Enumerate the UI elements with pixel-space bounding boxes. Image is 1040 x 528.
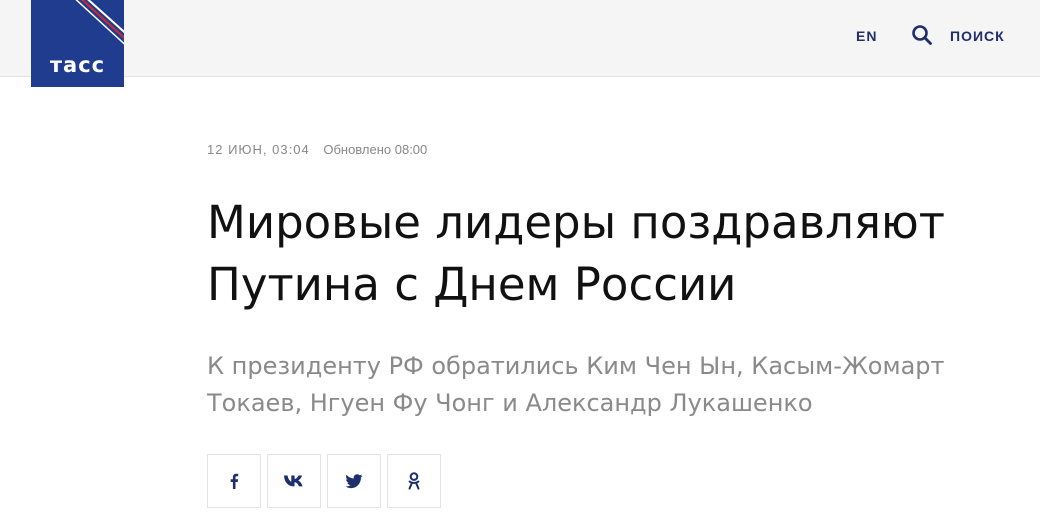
- logo-text: тасс: [49, 53, 106, 77]
- search-button[interactable]: ПОИСК: [950, 28, 1005, 44]
- twitter-icon: [345, 473, 363, 488]
- language-switch-en[interactable]: EN: [856, 28, 877, 44]
- article-title: Мировые лидеры поздравляют Путина с Днем…: [207, 196, 945, 311]
- publish-date: 12 ИЮН, 03:04: [207, 142, 310, 157]
- share-vk-button[interactable]: [267, 454, 321, 508]
- tass-logo[interactable]: тасс: [31, 0, 124, 87]
- share-buttons: [207, 454, 441, 508]
- facebook-icon: [230, 473, 239, 489]
- odnoklassniki-icon: [408, 472, 420, 490]
- article-lead: К президенту РФ обратились Ким Чен Ын, К…: [207, 352, 945, 417]
- page: тасс EN ПОИСК 12 ИЮН, 03:04 Обновлено 08…: [0, 0, 1040, 528]
- search-icon[interactable]: [911, 24, 933, 46]
- updated-time: Обновлено 08:00: [323, 142, 428, 157]
- share-facebook-button[interactable]: [207, 454, 261, 508]
- site-header: тасс EN ПОИСК: [0, 0, 1040, 87]
- share-twitter-button[interactable]: [327, 454, 381, 508]
- share-odnoklassniki-button[interactable]: [387, 454, 441, 508]
- vk-icon: [284, 475, 303, 487]
- article-meta: 12 ИЮН, 03:04 Обновлено 08:00: [207, 142, 427, 157]
